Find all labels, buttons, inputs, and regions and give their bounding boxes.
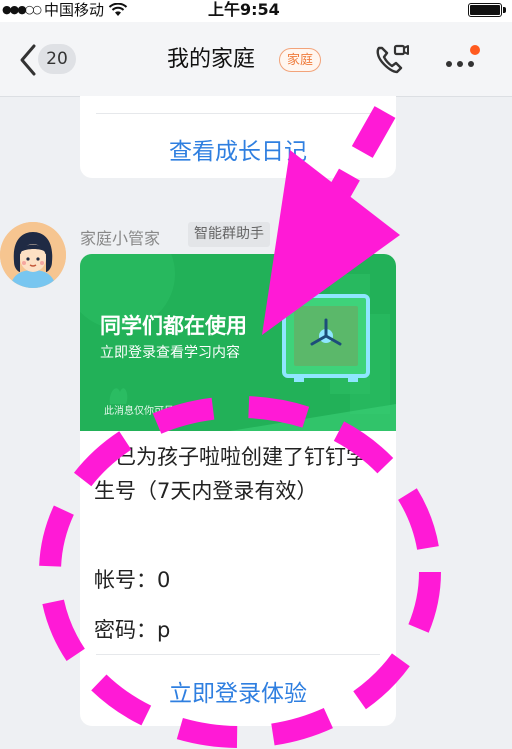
girl-avatar-icon — [0, 222, 66, 288]
unread-count-badge[interactable]: 20 — [38, 44, 76, 74]
account-created-message: 你已为孩子啦啦创建了钉钉学生号（7天内登录有效） — [94, 445, 367, 503]
group-type-badge: 家庭 — [279, 48, 322, 72]
carrier-name: 中国移动 — [44, 1, 105, 19]
card-divider — [96, 113, 380, 114]
more-options-icon[interactable] — [442, 42, 482, 82]
banner-subtitle: 立即登录查看学习内容 — [100, 345, 240, 361]
account-value: 0 — [157, 568, 171, 592]
password-value: p — [157, 618, 171, 642]
sender-role-tag: 智能群助手 — [188, 222, 270, 247]
chat-title: 我的家庭 — [167, 47, 256, 72]
account-message-card[interactable]: 同学们都在使用 立即登录查看学习内容 此消息仅你可见 你已为孩子啦啦创建了钉钉学… — [80, 254, 396, 726]
avatar[interactable] — [0, 222, 66, 288]
account-row: 帐号：0 — [94, 564, 170, 594]
carrier-info: ●●●○○ 中国移动 — [2, 0, 128, 20]
password-label: 密码： — [94, 618, 157, 642]
signal-strength-icon: ●●●○○ — [2, 3, 42, 16]
password-row: 密码：p — [94, 614, 170, 644]
previous-message-card: 查看成长日记 — [80, 96, 396, 178]
clock: 上午9:54 — [208, 0, 280, 19]
safe-icon — [282, 294, 370, 382]
banner-title: 同学们都在使用 — [100, 314, 247, 338]
video-call-icon[interactable] — [373, 42, 411, 78]
status-bar: ●●●○○ 中国移动 上午9:54 — [0, 0, 512, 22]
battery-icon — [468, 3, 506, 17]
chat-header: 20 我的家庭 家庭 — [0, 22, 512, 97]
wifi-icon — [108, 3, 128, 16]
view-growth-diary-link[interactable]: 查看成长日记 — [80, 132, 396, 166]
login-now-button[interactable]: 立即登录体验 — [80, 674, 396, 708]
sender-name: 家庭小管家 — [80, 229, 161, 248]
visibility-note: 此消息仅你可见 — [104, 406, 174, 417]
promo-banner[interactable]: 同学们都在使用 立即登录查看学习内容 此消息仅你可见 — [80, 254, 396, 431]
card-divider — [96, 654, 380, 655]
account-label: 帐号： — [94, 568, 157, 592]
